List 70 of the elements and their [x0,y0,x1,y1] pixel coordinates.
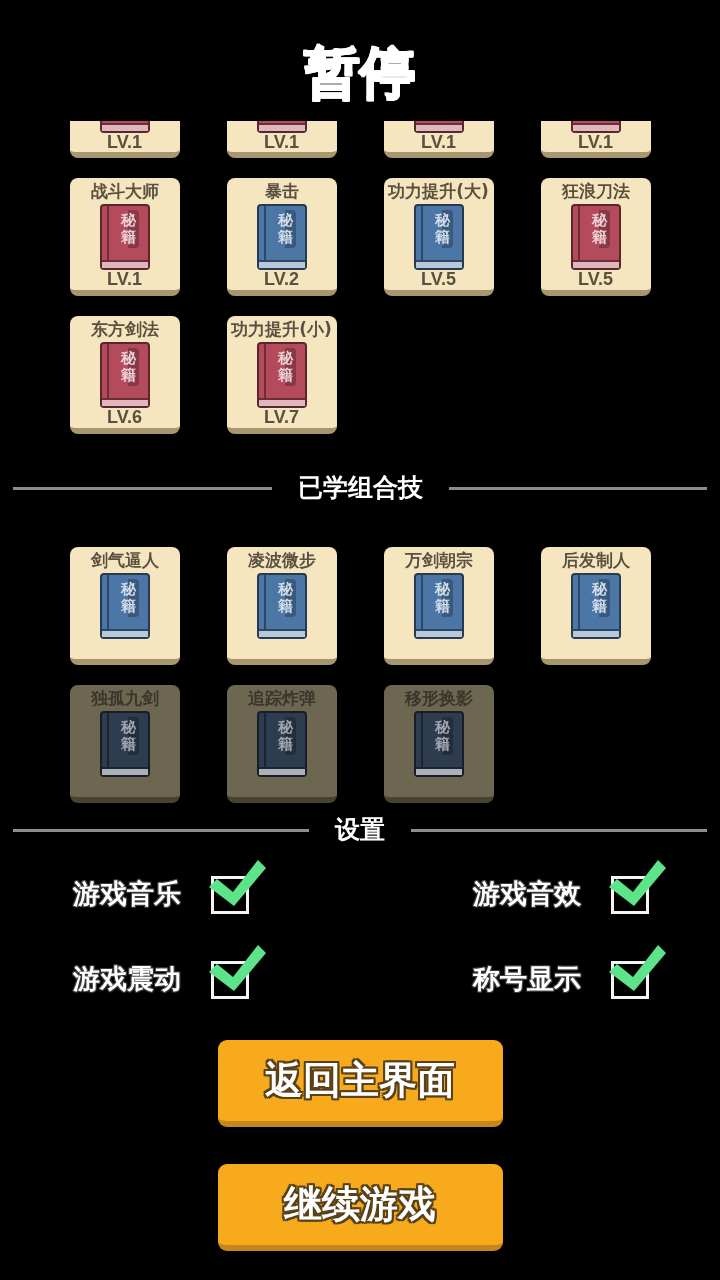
book-label: 秘籍 [589,210,610,248]
book-label: 秘籍 [589,579,610,617]
action-button[interactable]: 继续游戏 [217,1164,503,1251]
book-spine [577,206,580,260]
level-label: LV.5 [421,270,456,289]
section-heading: 设置 [335,815,385,845]
page-edge [101,260,148,268]
skill-name: 功力提升(小) [231,319,332,340]
setting-label: 称号显示 [473,962,581,996]
level-label: LV.5 [578,270,613,289]
book-spine [106,344,109,398]
checkmark-icon [209,945,266,991]
page-edge [572,260,619,268]
book-label: 秘籍 [275,579,296,617]
level-label: LV.6 [107,408,142,427]
level-label: LV.1 [107,270,142,289]
checkmark-icon [609,945,666,991]
level-label: LV.1 [421,133,456,152]
setting-label: 游戏音乐 [73,877,181,911]
checkbox[interactable] [209,945,266,999]
skill-name: 战斗大师 [90,181,159,202]
page-edge [258,629,305,637]
checkmark-icon [609,860,666,906]
book-label: 秘籍 [275,210,296,248]
book-spine [263,344,266,398]
action-button[interactable]: 返回主界面 [217,1040,503,1127]
book-spine [577,575,580,629]
skill-name: 暴击 [264,181,299,202]
book-spine [263,206,266,260]
level-label: LV.1 [264,133,299,152]
checkbox[interactable] [609,860,666,914]
book-spine [106,206,109,260]
book-spine [420,575,423,629]
skill-name: 狂浪刀法 [561,181,630,202]
book-spine [263,575,266,629]
page-edge [415,629,462,637]
setting-label: 游戏震动 [73,962,181,996]
book-label: 秘籍 [432,579,453,617]
page-edge [572,629,619,637]
level-label: LV.1 [107,133,142,152]
page-edge [101,398,148,406]
combo-name: 万剑朝宗 [404,550,473,571]
checkmark-icon [209,860,266,906]
section-heading: 已学组合技 [297,473,423,503]
combo-name: 剑气逼人 [90,550,159,571]
page-edge [258,260,305,268]
book-label: 秘籍 [118,348,139,386]
level-label: LV.2 [264,270,299,289]
book-spine [106,575,109,629]
page-edge [258,398,305,406]
combo-name: 凌波微步 [247,550,316,571]
book-label: 秘籍 [118,717,139,755]
checkbox[interactable] [209,860,266,914]
pause-title: 暂停 [304,43,416,103]
level-label: LV.1 [578,133,613,152]
checkbox[interactable] [609,945,666,999]
skill-name: 东方剑法 [90,319,159,340]
setting-label: 游戏音效 [473,877,581,911]
level-label: LV.7 [264,408,299,427]
skill-name: 功力提升(大) [388,181,489,202]
book-label: 秘籍 [432,210,453,248]
book-spine [420,206,423,260]
page-edge [101,629,148,637]
combo-name: 后发制人 [561,550,630,571]
book-label: 秘籍 [118,579,139,617]
book-label: 秘籍 [118,210,139,248]
page-edge [415,260,462,268]
book-label: 秘籍 [275,348,296,386]
book-label: 秘籍 [275,717,296,755]
book-label: 秘籍 [432,717,453,755]
